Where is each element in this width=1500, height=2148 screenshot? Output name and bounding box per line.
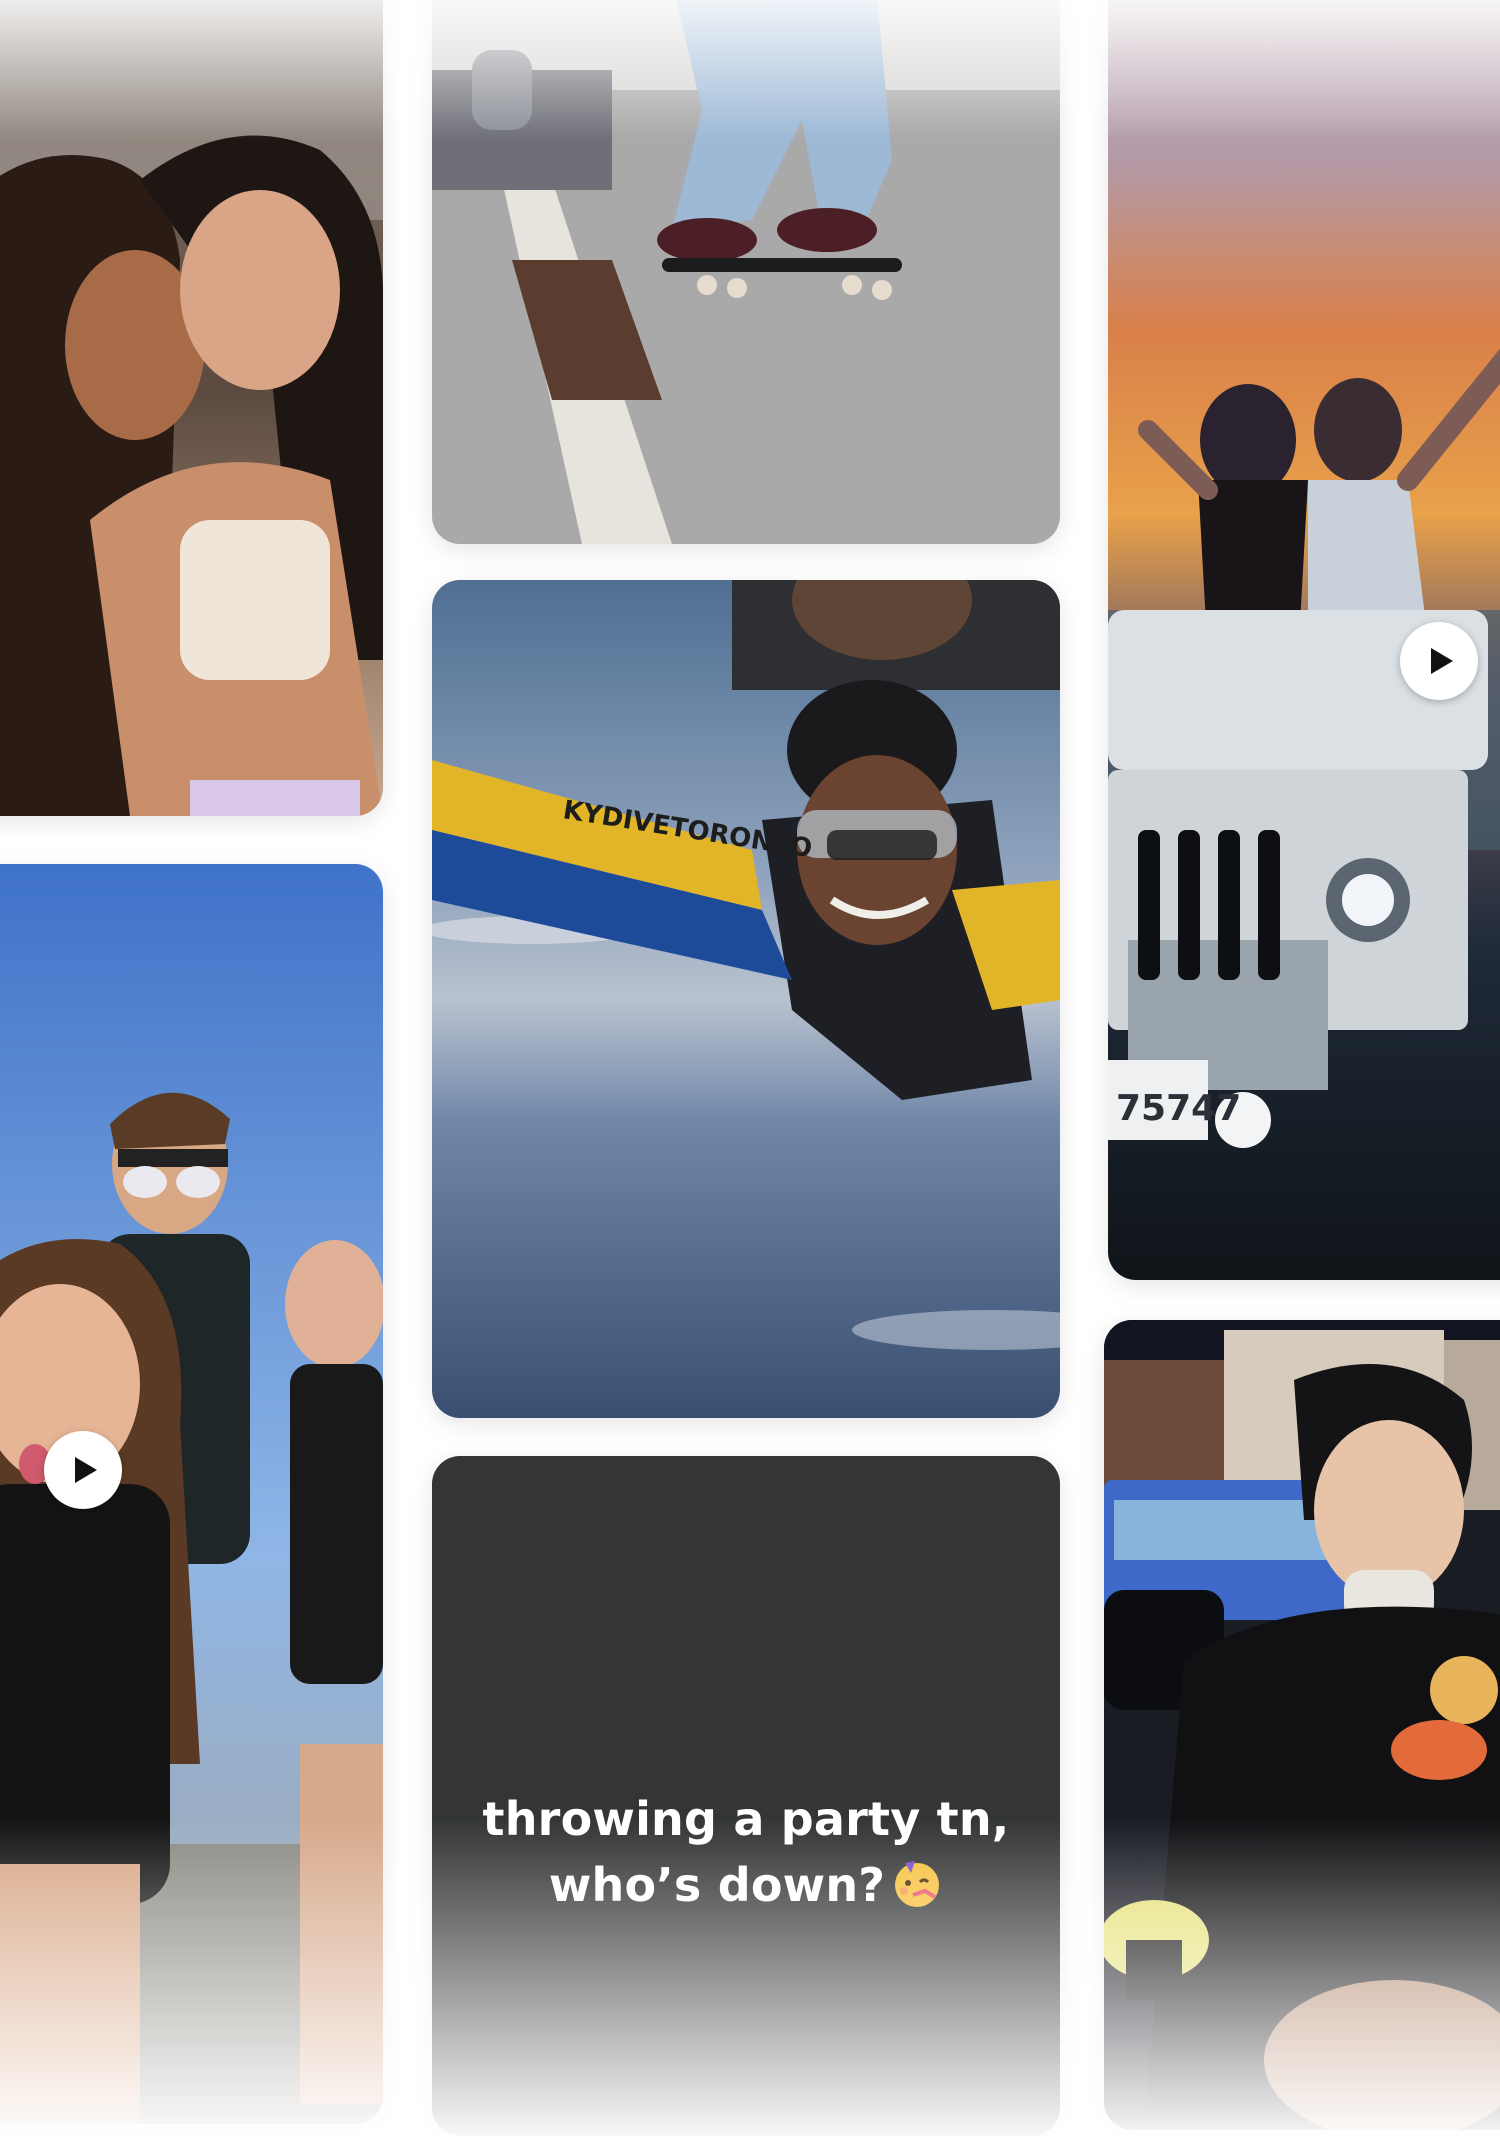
play-icon (1431, 648, 1453, 674)
text-post-line-2: who’s down? (432, 1852, 1060, 1918)
post-card-sunset-jeep[interactable]: 75747 (1108, 0, 1500, 1280)
post-card-skydive[interactable]: KYDIVETORONTO (432, 580, 1060, 1418)
post-card-group-selfie[interactable] (0, 864, 383, 2124)
play-icon (75, 1457, 97, 1483)
post-feed: KYDIVETORONTO throwing a party tn, who’s… (0, 0, 1500, 2148)
post-card-friends-selfie[interactable] (0, 0, 383, 816)
play-button[interactable] (44, 1431, 122, 1509)
post-image (0, 0, 383, 816)
party-face-emoji-icon (895, 1861, 940, 1907)
post-image: KYDIVETORONTO (432, 580, 1060, 1418)
text-post-line-1: throwing a party tn, (482, 1792, 1010, 1846)
post-card-skateboard[interactable] (432, 0, 1060, 544)
text-post-content: throwing a party tn, who’s down? (432, 1786, 1060, 1918)
play-button[interactable] (1400, 622, 1478, 700)
post-card-text[interactable]: throwing a party tn, who’s down? (432, 1456, 1060, 2136)
post-image (1104, 1320, 1500, 2130)
license-plate-text: 75747 (1116, 1088, 1241, 1129)
post-card-night-dessert[interactable] (1104, 1320, 1500, 2130)
post-image (432, 0, 1060, 544)
